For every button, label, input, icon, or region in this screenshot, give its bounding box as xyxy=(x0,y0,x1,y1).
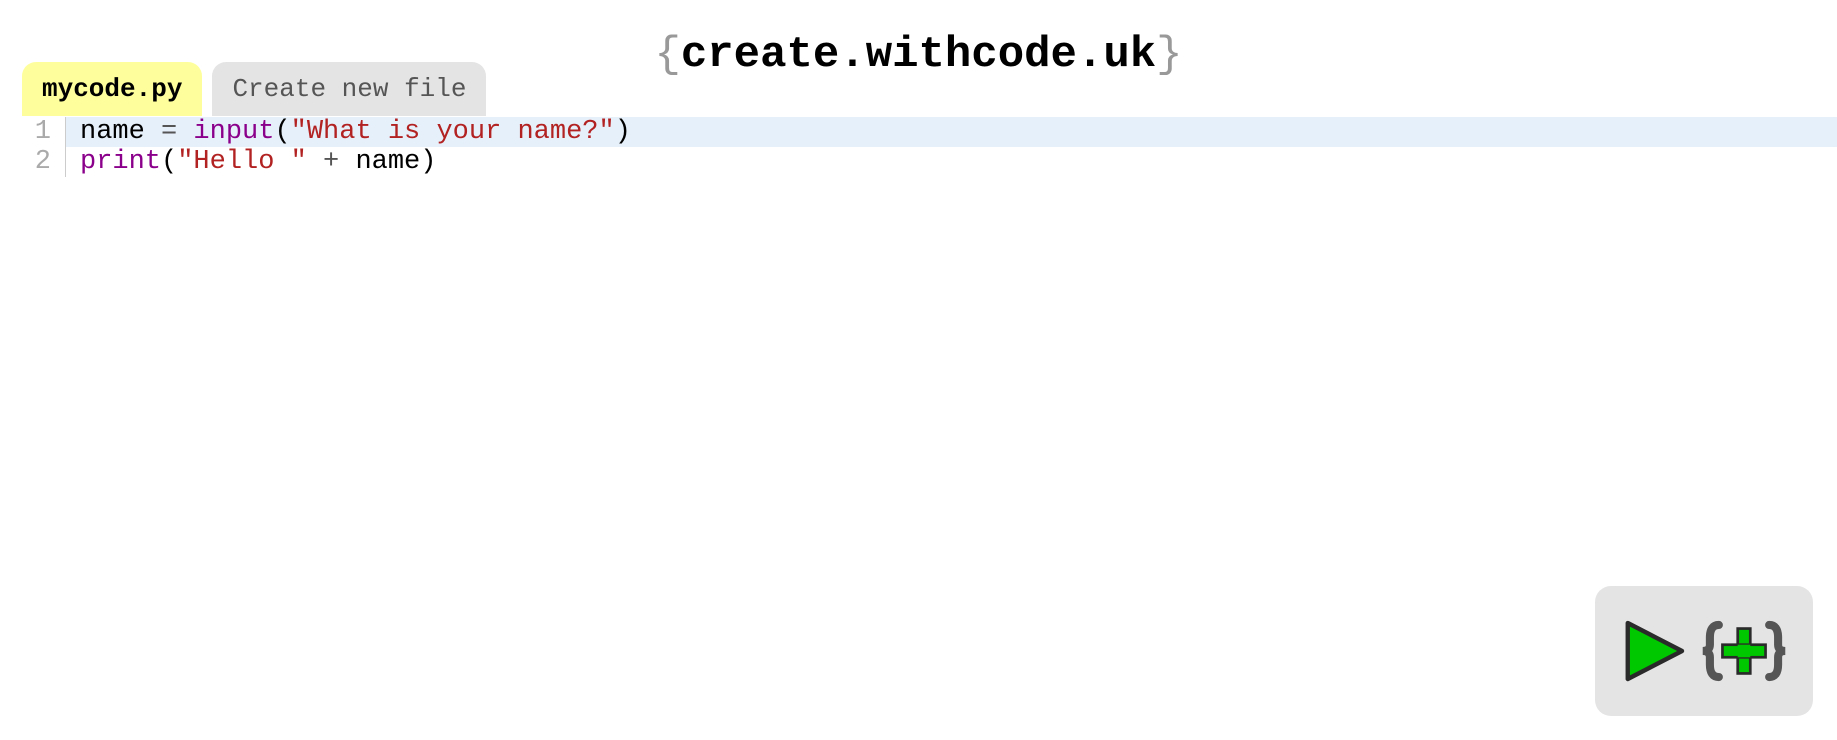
code-token xyxy=(307,147,323,177)
code-token: + xyxy=(323,147,339,177)
tabs-container: mycode.py Create new file xyxy=(22,62,486,116)
code-token: ( xyxy=(161,147,177,177)
brace-right: } xyxy=(1156,30,1182,80)
line-number: 2 xyxy=(22,147,66,177)
code-token: "Hello " xyxy=(177,147,307,177)
code-token: ( xyxy=(274,117,290,147)
tab-label: Create new file xyxy=(232,74,466,104)
code-editor[interactable]: 1name = input("What is your name?")2prin… xyxy=(22,117,1837,177)
code-token: = xyxy=(161,117,177,147)
run-panel xyxy=(1595,586,1813,716)
code-token: input xyxy=(193,117,274,147)
code-token xyxy=(339,147,355,177)
code-token: ) xyxy=(615,117,631,147)
code-token: name xyxy=(80,117,145,147)
tab-label: mycode.py xyxy=(42,74,182,104)
site-title: {create.withcode.uk} xyxy=(654,30,1182,80)
code-content[interactable]: print("Hello " + name) xyxy=(66,147,436,177)
code-line[interactable]: 1name = input("What is your name?") xyxy=(22,117,1837,147)
site-title-text: create.withcode.uk xyxy=(681,30,1156,80)
code-token xyxy=(145,117,161,147)
code-line[interactable]: 2print("Hello " + name) xyxy=(22,147,1837,177)
expand-icon[interactable] xyxy=(1699,616,1789,686)
code-token: "What is your name?" xyxy=(291,117,615,147)
code-token: ) xyxy=(420,147,436,177)
brace-left: { xyxy=(654,30,680,80)
code-content[interactable]: name = input("What is your name?") xyxy=(66,117,631,147)
code-token: print xyxy=(80,147,161,177)
play-icon[interactable] xyxy=(1619,616,1689,686)
tab-mycode[interactable]: mycode.py xyxy=(22,62,202,116)
code-token xyxy=(177,117,193,147)
line-number: 1 xyxy=(22,117,66,147)
code-token: name xyxy=(355,147,420,177)
tab-create-new-file[interactable]: Create new file xyxy=(212,62,486,116)
